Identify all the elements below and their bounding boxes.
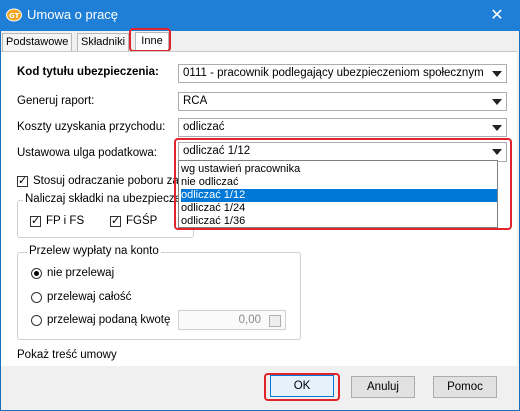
skladki-group-label: Naliczaj składki na ubezpieczenia <box>23 193 180 205</box>
app-logo-icon: GT <box>6 8 22 22</box>
amount-input[interactable]: 0,00 <box>178 310 286 330</box>
stosuj-checkbox[interactable] <box>17 174 28 187</box>
fgsp-label: FGŚP <box>126 215 158 227</box>
chevron-down-icon <box>492 125 502 131</box>
raport-label: Generuj raport: <box>17 95 95 107</box>
kod-tytulu-select[interactable]: 0111 - pracownik podlegający ubezpieczen… <box>178 64 507 83</box>
ulga-label: Ustawowa ulga podatkowa: <box>17 147 157 159</box>
koszty-label: Koszty uzyskania przychodu: <box>17 121 166 133</box>
highlight-tab-inne <box>129 28 171 52</box>
kod-tytulu-value: 0111 - pracownik podlegający ubezpieczen… <box>183 67 483 79</box>
window-title: Umowa o pracę <box>27 7 119 22</box>
highlight-ulga-dropdown <box>174 138 512 230</box>
fp-label: FP i FS <box>46 215 85 227</box>
pokaz-tresc-label: Pokaż treść umowy <box>17 349 117 361</box>
tab-skladniki[interactable]: Składniki <box>77 33 130 51</box>
radio-przelewaj-kwote[interactable] <box>31 315 42 326</box>
tab-podstawowe[interactable]: Podstawowe <box>2 33 73 51</box>
amount-value: 0,00 <box>238 314 261 326</box>
cancel-button[interactable]: Anuluj <box>351 376 415 398</box>
radio-przelewaj-calosc[interactable] <box>31 292 42 303</box>
radio-nie-przelewaj[interactable] <box>31 268 42 279</box>
chevron-down-icon <box>492 99 502 105</box>
calculator-icon[interactable] <box>269 315 281 327</box>
fgsp-checkbox[interactable] <box>110 214 121 227</box>
nie-przelewaj-label: nie przelewaj <box>47 267 115 279</box>
koszty-value: odliczać <box>183 121 225 133</box>
koszty-select[interactable]: odliczać <box>178 118 507 137</box>
przelewaj-kwote-label: przelewaj podaną kwotę <box>47 314 171 326</box>
skladki-group <box>17 200 194 238</box>
kod-tytulu-label: Kod tytułu ubezpieczenia: <box>17 66 159 78</box>
highlight-ok-button <box>264 373 340 401</box>
help-button[interactable]: Pomoc <box>433 376 497 398</box>
przelew-group-label: Przelew wypłaty na konto <box>27 245 161 257</box>
raport-value: RCA <box>183 95 208 107</box>
svg-text:GT: GT <box>9 12 20 20</box>
stosuj-label: Stosuj odraczanie poboru zaliczki <box>33 175 178 187</box>
fp-checkbox[interactable] <box>30 214 41 227</box>
raport-select[interactable]: RCA <box>178 92 507 111</box>
chevron-down-icon <box>492 71 502 77</box>
przelewaj-calosc-label: przelewaj całość <box>47 291 132 303</box>
close-icon[interactable]: ✕ <box>482 4 512 26</box>
